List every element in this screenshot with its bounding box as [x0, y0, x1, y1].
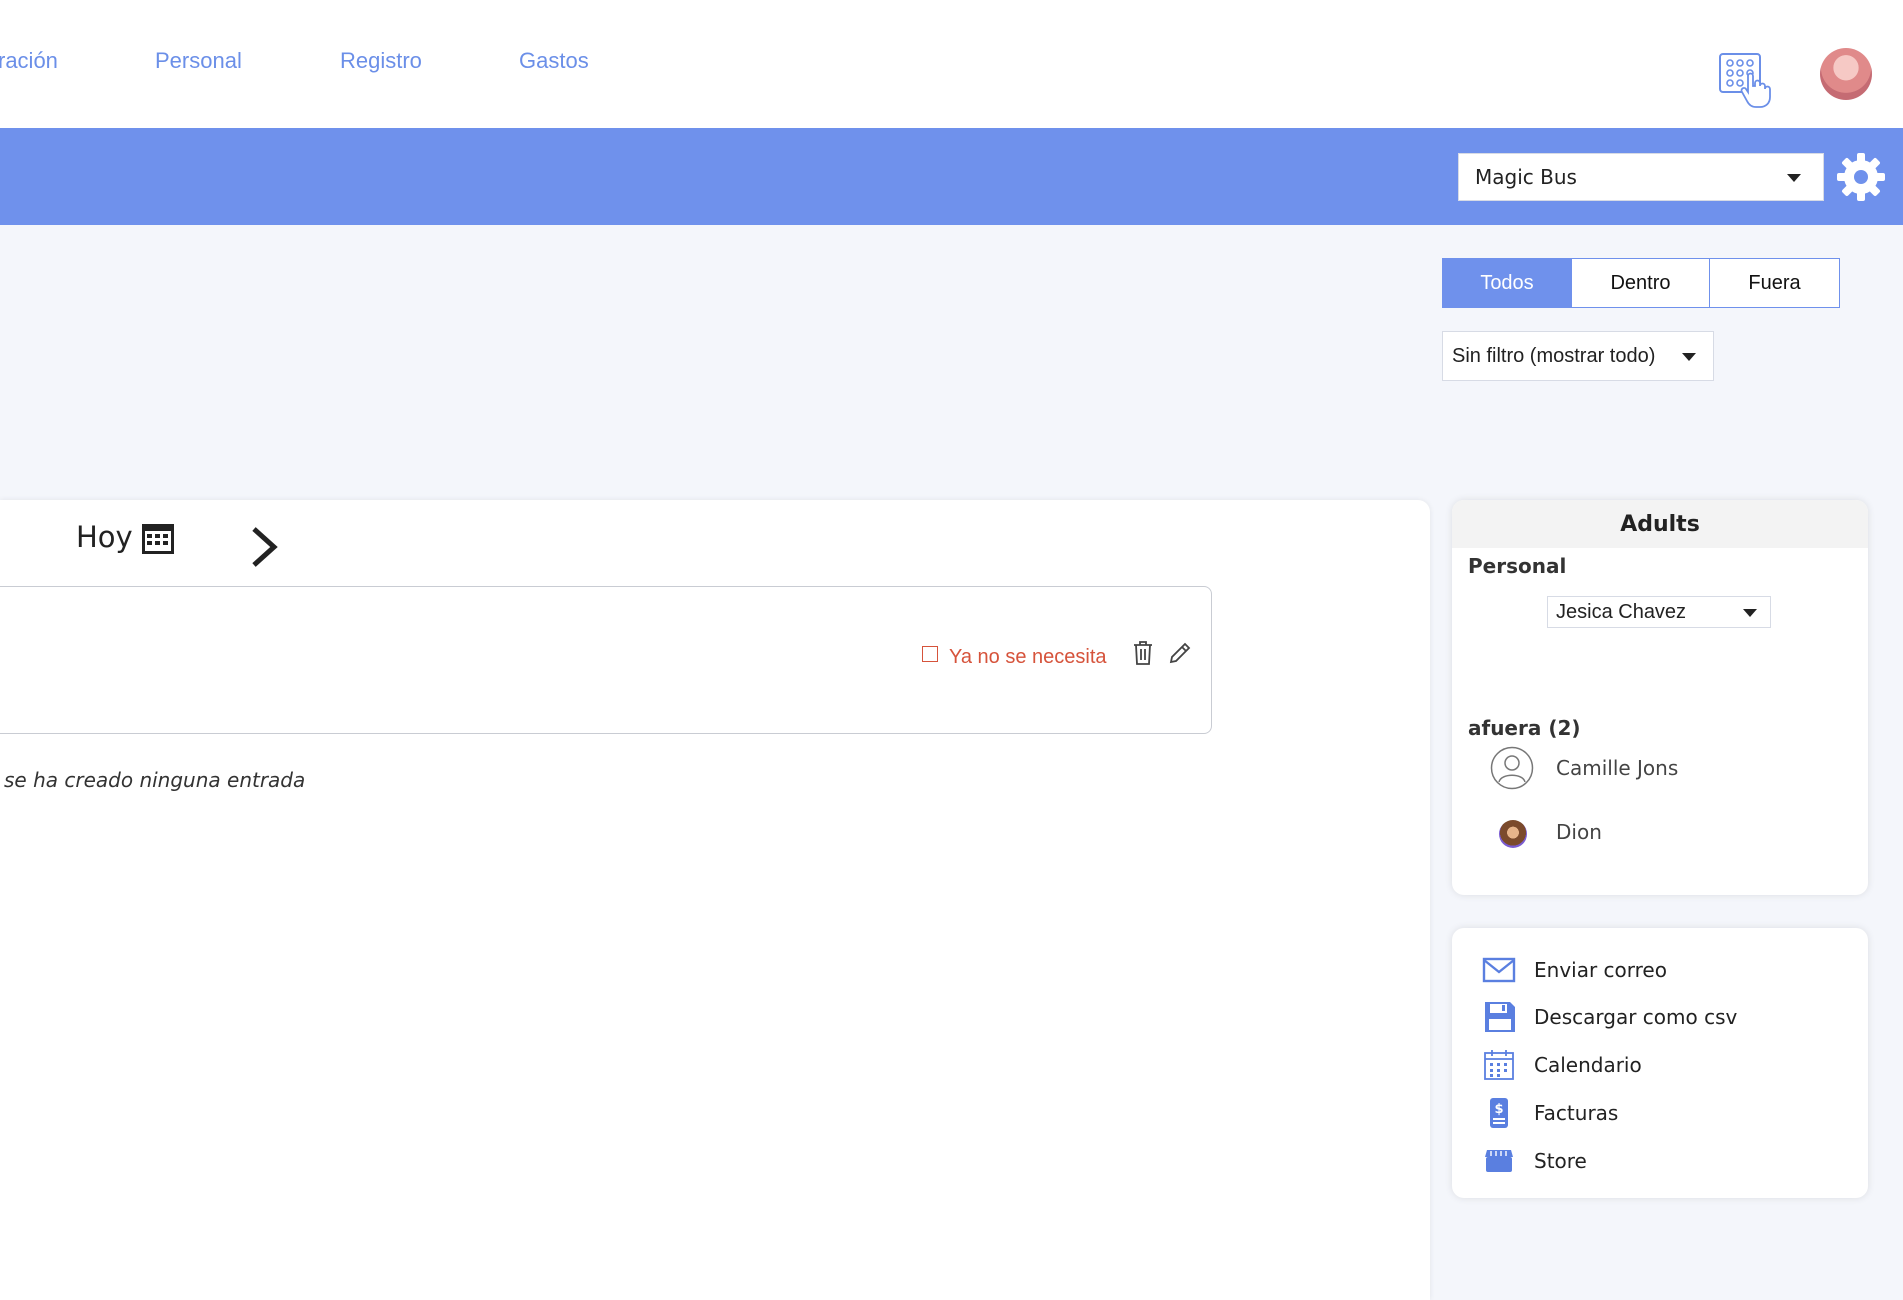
adults-card-title: Adults — [1620, 512, 1700, 537]
store-icon — [1485, 1150, 1513, 1172]
user-avatar[interactable] — [1820, 48, 1872, 100]
chevron-right-icon[interactable] — [248, 525, 282, 569]
action-invoices[interactable]: $ Facturas — [1482, 1097, 1852, 1131]
filter-select-value: Sin filtro (mostrar todo) — [1452, 345, 1656, 367]
action-calendar-label: Calendario — [1534, 1053, 1642, 1077]
chevron-down-icon — [1682, 353, 1696, 361]
action-send-email[interactable]: Enviar correo — [1482, 954, 1852, 988]
top-nav: ración Personal Registro Gastos — [0, 0, 1903, 128]
action-store[interactable]: Store — [1482, 1145, 1852, 1179]
organization-select[interactable]: Magic Bus — [1458, 153, 1824, 201]
pencil-icon[interactable] — [1167, 640, 1193, 666]
save-icon — [1485, 1002, 1515, 1032]
gear-icon[interactable] — [1835, 151, 1887, 203]
person-camille-jons[interactable]: Camille Jons — [1556, 756, 1678, 780]
calendar-icon[interactable] — [141, 523, 175, 555]
organization-select-value: Magic Bus — [1475, 165, 1577, 189]
filter-select[interactable]: Sin filtro (mostrar todo) — [1442, 331, 1714, 381]
chevron-down-icon — [1787, 174, 1801, 182]
keypad-icon[interactable] — [1718, 52, 1774, 110]
actions-card: Enviar correo Descargar como csv Calenda… — [1452, 928, 1868, 1198]
trash-icon[interactable] — [1132, 640, 1154, 666]
action-send-email-label: Enviar correo — [1534, 958, 1667, 982]
action-store-label: Store — [1534, 1149, 1587, 1173]
action-download-csv-label: Descargar como csv — [1534, 1005, 1738, 1029]
today-button[interactable]: Hoy — [76, 520, 133, 554]
action-invoices-label: Facturas — [1534, 1101, 1619, 1125]
action-download-csv[interactable]: Descargar como csv — [1482, 1001, 1852, 1035]
person-dion[interactable]: Dion — [1556, 820, 1602, 844]
svg-text:$: $ — [1494, 1102, 1503, 1117]
nav-link-personal[interactable]: Personal — [155, 48, 242, 74]
adults-card: Adults Personal Jesica Chavez afuera (2)… — [1452, 500, 1868, 895]
action-calendar[interactable]: Calendario — [1482, 1049, 1852, 1083]
segment-dentro[interactable]: Dentro — [1571, 258, 1710, 308]
nav-link-configuracion[interactable]: ración — [0, 48, 58, 74]
nav-link-gastos[interactable]: Gastos — [519, 48, 589, 74]
avatar — [1499, 820, 1527, 848]
empty-message: se ha creado ninguna entrada — [4, 768, 306, 792]
user-placeholder-icon — [1490, 746, 1534, 790]
staff-select[interactable]: Jesica Chavez — [1547, 596, 1771, 628]
no-longer-needed-label[interactable]: Ya no se necesita — [949, 646, 1107, 669]
no-longer-needed-checkbox[interactable] — [922, 646, 938, 662]
envelope-icon — [1482, 957, 1516, 983]
personal-label: Personal — [1468, 554, 1567, 578]
outside-count-label: afuera (2) — [1468, 716, 1581, 740]
staff-select-value: Jesica Chavez — [1556, 601, 1687, 623]
nav-link-registro[interactable]: Registro — [340, 48, 422, 74]
segment-fuera[interactable]: Fuera — [1709, 258, 1840, 308]
invoice-icon: $ — [1490, 1098, 1508, 1128]
calendar-icon — [1484, 1050, 1514, 1080]
segment-todos[interactable]: Todos — [1442, 258, 1572, 308]
chevron-down-icon — [1743, 609, 1757, 617]
